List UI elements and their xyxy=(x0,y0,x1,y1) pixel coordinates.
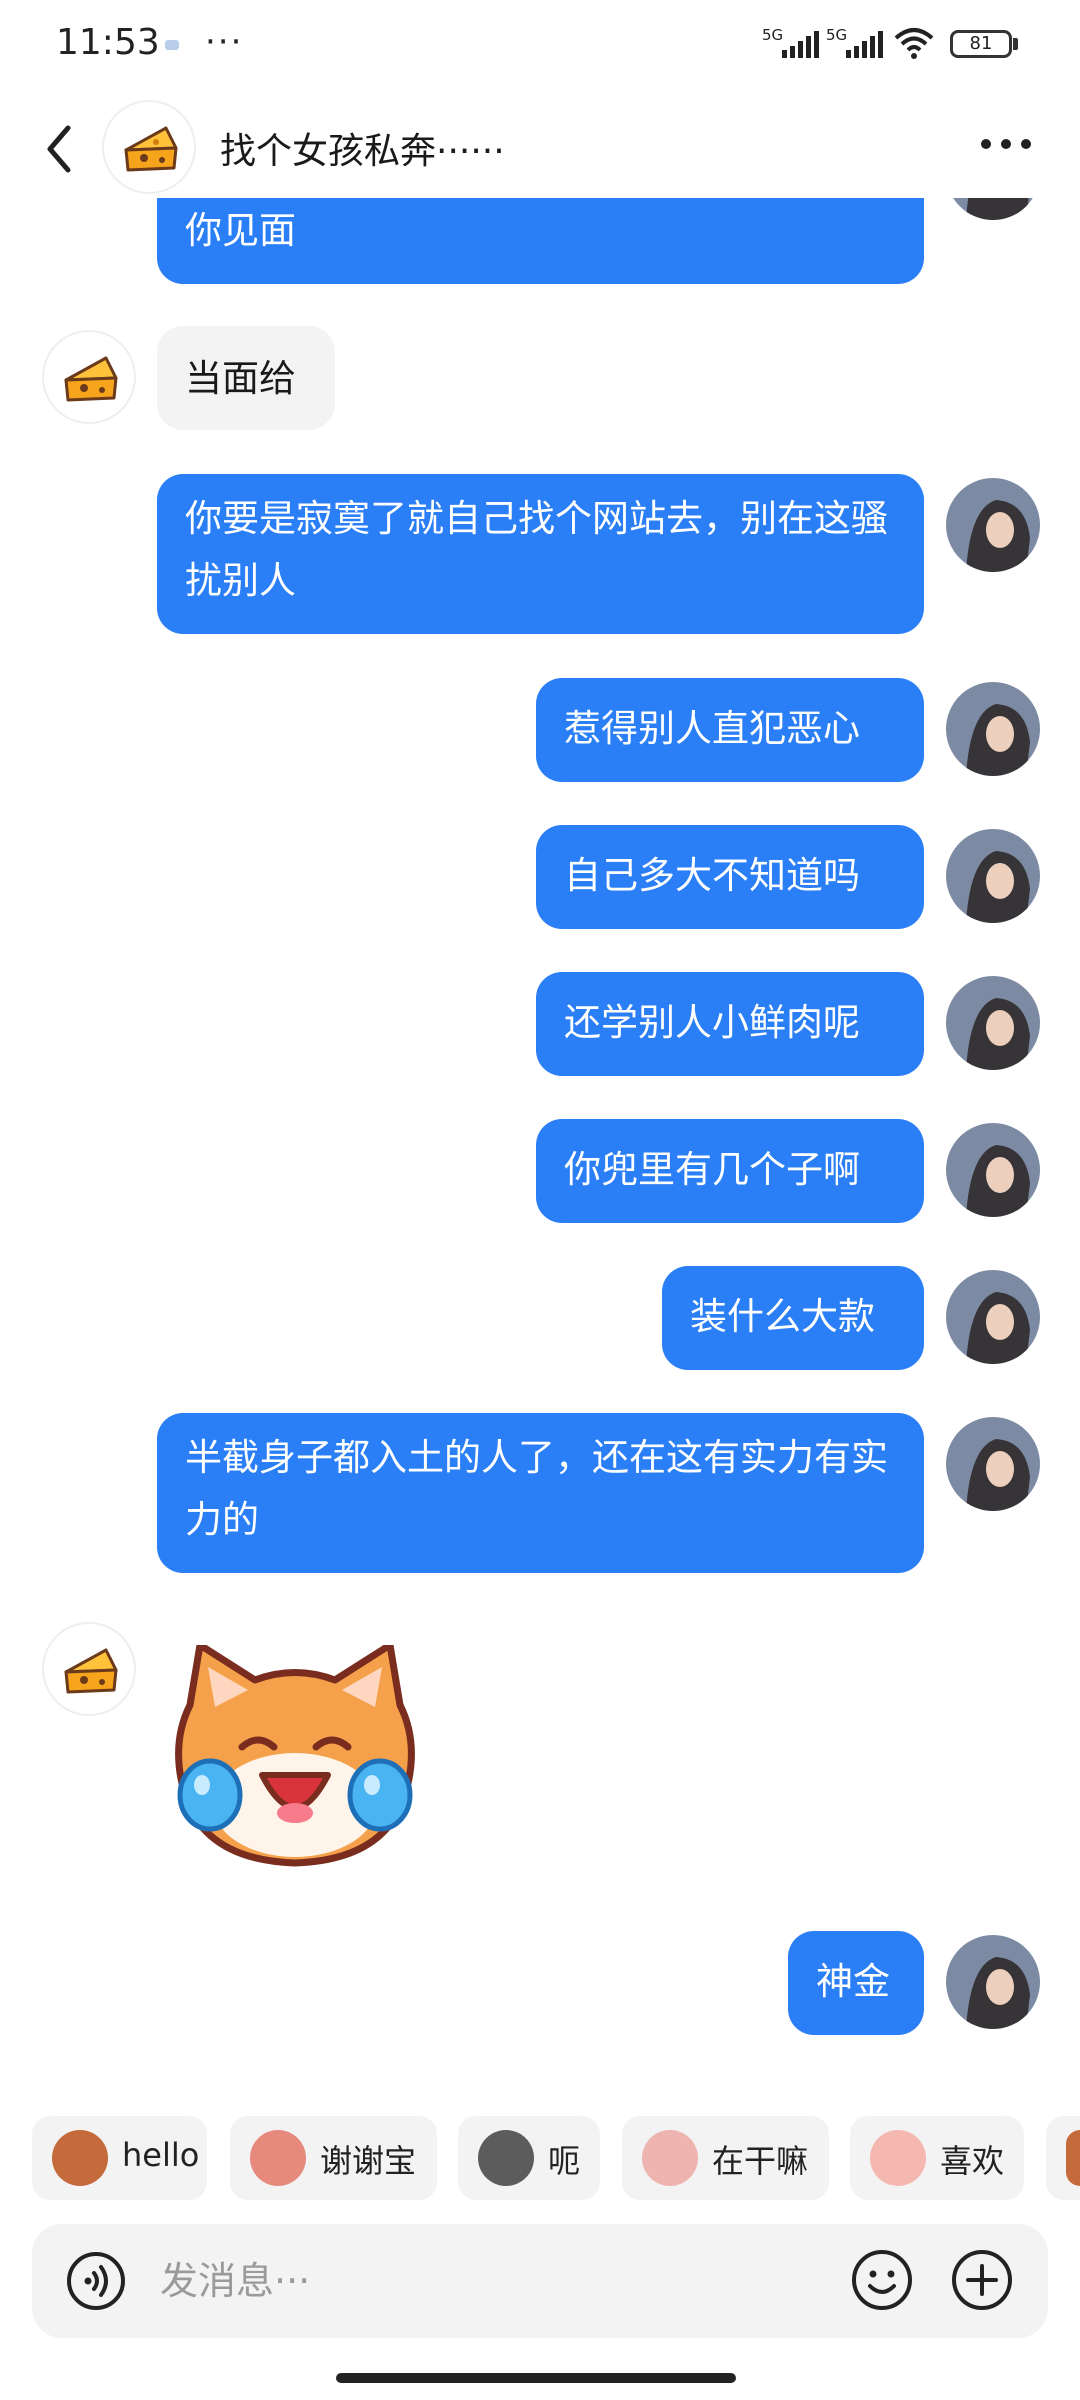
voice-icon[interactable] xyxy=(66,2251,126,2311)
self-avatar[interactable] xyxy=(946,1123,1040,1217)
more-dots-icon[interactable] xyxy=(978,134,1034,154)
message-text: 当面给 xyxy=(185,357,296,400)
portrait-avatar-icon xyxy=(946,478,1040,572)
message-text: 还学别人小鲜肉呢 xyxy=(564,1001,860,1044)
self-avatar[interactable] xyxy=(946,682,1040,776)
quick-reply-doing-what[interactable]: 在干嘛 xyxy=(622,2116,829,2200)
quick-reply-label: 谢谢宝 xyxy=(320,2142,417,2180)
self-avatar[interactable] xyxy=(946,1270,1040,1364)
quick-reply-label: 在干嘛 xyxy=(712,2142,809,2180)
quick-reply-label: 喜欢 xyxy=(940,2142,1005,2180)
self-avatar[interactable] xyxy=(946,1935,1040,2029)
contact-avatar[interactable] xyxy=(42,1622,136,1716)
message-input[interactable] xyxy=(158,2250,762,2312)
message-text: 半截身子都入土的人了，还在这有实力有实力的 xyxy=(185,1436,888,1541)
message-bubble-outgoing[interactable]: 自己多大不知道吗 xyxy=(536,825,924,929)
portrait-avatar-icon xyxy=(946,1935,1040,2029)
quick-reply-label: hello xyxy=(122,2136,200,2174)
next-chip-icon xyxy=(1066,2130,1080,2186)
cheese-icon xyxy=(64,356,118,402)
message-bubble-outgoing[interactable]: 你要是寂寞了就自己找个网站去，别在这骚扰别人 xyxy=(157,474,924,634)
message-bubble-outgoing[interactable]: 神金 xyxy=(788,1931,924,2035)
message-text: 惹得别人直犯恶心 xyxy=(564,707,860,750)
self-avatar[interactable] xyxy=(946,478,1040,572)
monkey-icon xyxy=(52,2130,108,2186)
message-text: 你兜里有几个子啊 xyxy=(564,1148,860,1191)
portrait-avatar-icon xyxy=(946,829,1040,923)
girl-flower-icon xyxy=(250,2130,306,2186)
chevron-left-icon[interactable] xyxy=(40,122,80,176)
quick-reply-more[interactable] xyxy=(1046,2116,1080,2200)
message-text: 神金 xyxy=(816,1960,890,2003)
cheese-icon xyxy=(64,1648,118,1694)
message-bubble-outgoing[interactable]: 还学别人小鲜肉呢 xyxy=(536,972,924,1076)
cat-speechless-icon xyxy=(478,2130,534,2186)
message-bubble-outgoing[interactable]: 惹得别人直犯恶心 xyxy=(536,678,924,782)
message-text: 你要是寂寞了就自己找个网站去，别在这骚扰别人 xyxy=(185,497,888,602)
contact-avatar[interactable] xyxy=(102,100,196,194)
quick-reply-like[interactable]: 喜欢 xyxy=(850,2116,1024,2200)
message-text: 装什么大款 xyxy=(690,1295,875,1338)
portrait-avatar-icon xyxy=(946,1270,1040,1364)
quick-reply-label: 呃 xyxy=(548,2142,581,2180)
message-bubble-outgoing[interactable]: 装什么大款 xyxy=(662,1266,924,1370)
portrait-avatar-icon xyxy=(946,1417,1040,1511)
chat-header: 找个女孩私奔······ xyxy=(0,98,1080,198)
portrait-avatar-icon xyxy=(946,976,1040,1070)
self-avatar[interactable] xyxy=(946,976,1040,1070)
message-bubble-outgoing[interactable]: 你兜里有几个子啊 xyxy=(536,1119,924,1223)
plus-icon[interactable] xyxy=(950,2248,1014,2312)
portrait-avatar-icon xyxy=(946,682,1040,776)
message-bubble-incoming[interactable]: 当面给 xyxy=(157,326,335,430)
message-bubble-outgoing[interactable]: 半截身子都入土的人了，还在这有实力有实力的 xyxy=(157,1413,924,1573)
message-text: 自己多大不知道吗 xyxy=(564,854,860,897)
message-composer xyxy=(32,2224,1048,2338)
portrait-avatar-icon xyxy=(946,1123,1040,1217)
quick-reply-hello[interactable]: hello xyxy=(32,2116,207,2200)
cheese-icon xyxy=(124,126,178,172)
quick-reply-bar[interactable]: hello 谢谢宝 呃 在干嘛 喜欢 xyxy=(0,2116,1080,2202)
self-avatar[interactable] xyxy=(946,829,1040,923)
message-text: 你见面 xyxy=(185,209,296,252)
contact-avatar[interactable] xyxy=(42,330,136,424)
message-list[interactable]: 你见面 当面给 你要是寂寞了就自己找个网站去，别在这骚扰别人 惹得别人直犯恶心 … xyxy=(0,0,1080,2080)
pig-love-icon xyxy=(870,2130,926,2186)
home-indicator[interactable] xyxy=(336,2373,736,2383)
self-avatar[interactable] xyxy=(946,1417,1040,1511)
quick-reply-eh[interactable]: 呃 xyxy=(458,2116,600,2200)
emoji-icon[interactable] xyxy=(850,2248,914,2312)
chat-title: 找个女孩私奔······ xyxy=(220,131,505,172)
quick-reply-thanks[interactable]: 谢谢宝 xyxy=(230,2116,437,2200)
magnifier-face-icon xyxy=(642,2130,698,2186)
laughing-crying-cat-sticker[interactable] xyxy=(170,1645,420,1870)
